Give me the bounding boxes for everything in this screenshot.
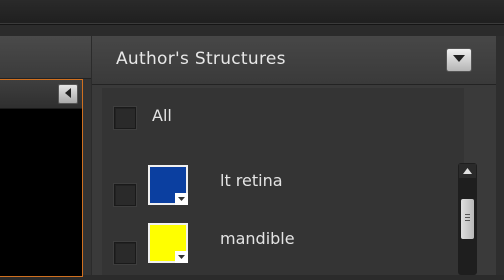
list-scrollbar[interactable] (458, 163, 477, 275)
viewer-toolbar (0, 80, 82, 109)
structure-label: mandible (220, 229, 295, 248)
all-label: All (152, 106, 172, 125)
structure-checkbox[interactable] (114, 242, 136, 264)
color-swatch[interactable] (148, 165, 188, 205)
structures-list: All lt retina mandible (102, 88, 464, 275)
chevron-up-icon (463, 168, 472, 174)
color-swatch[interactable] (148, 223, 188, 263)
structure-label: lt retina (220, 171, 283, 190)
select-all-checkbox[interactable] (114, 107, 136, 129)
collapse-left-button[interactable] (58, 84, 78, 104)
image-viewer[interactable] (0, 79, 83, 277)
swatch-menu[interactable] (175, 193, 188, 205)
structure-row[interactable]: lt retina (102, 165, 442, 222)
scroll-up-button[interactable] (459, 164, 476, 178)
viewer-canvas[interactable] (0, 109, 82, 276)
scroll-thumb[interactable] (461, 199, 474, 239)
left-panel-header (0, 36, 91, 79)
authors-structures-panel: Author's Structures All lt retina mandib… (92, 36, 504, 275)
structure-row[interactable]: mandible (102, 223, 442, 280)
list-item-all[interactable]: All (102, 96, 442, 138)
chevron-left-icon (65, 88, 71, 98)
swatch-menu[interactable] (175, 251, 188, 263)
panel-dropdown-button[interactable] (446, 48, 472, 72)
top-toolbar (0, 0, 504, 25)
panel-header: Author's Structures (92, 36, 504, 85)
structure-checkbox[interactable] (114, 184, 136, 206)
window-edge (496, 36, 504, 275)
small-chevron-down-icon (178, 255, 185, 259)
small-chevron-down-icon (178, 197, 185, 201)
chevron-down-icon (453, 55, 465, 62)
left-panel (0, 36, 91, 277)
panel-title: Author's Structures (116, 49, 286, 69)
